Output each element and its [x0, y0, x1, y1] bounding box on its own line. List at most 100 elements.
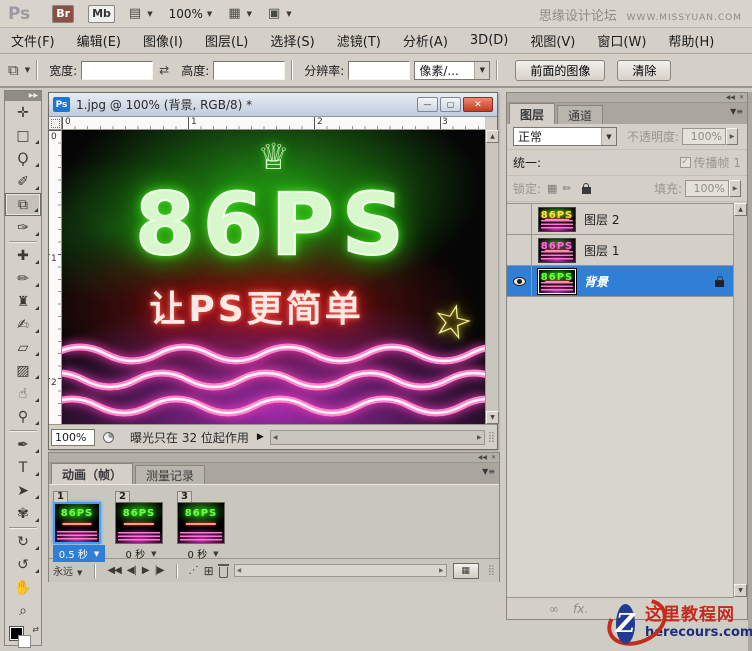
move-tool[interactable]: ✛: [5, 101, 41, 124]
zoom-level[interactable]: 100%: [169, 7, 203, 21]
3d-rotate-tool[interactable]: ↻: [5, 530, 41, 553]
previous-frame-button[interactable]: ◀|: [127, 565, 137, 576]
menu-edit[interactable]: 编辑(E): [66, 28, 132, 53]
close-button[interactable]: ✕: [463, 97, 493, 112]
first-frame-button[interactable]: ◀◀: [107, 565, 121, 576]
guides-icon[interactable]: ▤: [129, 6, 141, 21]
fill-spinner-icon[interactable]: ▶: [729, 180, 741, 197]
pen-tool[interactable]: ✒: [5, 433, 41, 456]
panel-menu-icon[interactable]: ▼≡: [482, 467, 495, 476]
healing-brush-tool[interactable]: ✚: [5, 244, 41, 267]
horizontal-scrollbar[interactable]: ◀ ▶: [269, 429, 485, 445]
arrange-dropdown-icon[interactable]: ▼: [247, 10, 252, 18]
visibility-toggle[interactable]: [507, 266, 532, 296]
eraser-tool[interactable]: ▱: [5, 336, 41, 359]
animation-frame-3[interactable]: 3 86PS 0 秒 ▼: [177, 488, 233, 562]
opacity-field[interactable]: 100%: [682, 128, 727, 145]
blend-mode-select[interactable]: 正常 ▼: [513, 127, 617, 146]
frame-delay[interactable]: 0 秒 ▼: [177, 545, 229, 562]
link-layers-icon[interactable]: ∞: [549, 602, 559, 616]
crop-tool[interactable]: ⧉: [5, 193, 41, 216]
toolbox-collapse[interactable]: ▶▶: [5, 91, 41, 101]
type-tool[interactable]: T: [5, 456, 41, 479]
menu-analysis[interactable]: 分析(A): [392, 28, 459, 53]
resize-grip[interactable]: ⣿: [488, 565, 495, 576]
status-zoom-field[interactable]: 100%: [51, 428, 95, 446]
menu-window[interactable]: 窗口(W): [586, 28, 657, 53]
visibility-toggle[interactable]: [507, 204, 532, 234]
zoom-dropdown-icon[interactable]: ▼: [207, 10, 212, 18]
frame-thumbnail[interactable]: 86PS: [115, 502, 163, 544]
new-frame-button[interactable]: ⊞: [204, 564, 214, 578]
swap-dimensions-icon[interactable]: ⇄: [159, 63, 169, 77]
menu-view[interactable]: 视图(V): [519, 28, 586, 53]
menu-image[interactable]: 图像(I): [132, 28, 194, 53]
lock-paint-icon[interactable]: ✏: [562, 182, 571, 195]
frame-thumbnail[interactable]: 86PS: [177, 502, 225, 544]
menu-layer[interactable]: 图层(L): [194, 28, 259, 53]
lock-all-icon[interactable]: [581, 183, 591, 194]
frame-delay[interactable]: 0.5 秒 ▼: [53, 545, 105, 562]
lock-transparency-icon[interactable]: ▦: [547, 182, 557, 195]
tween-button[interactable]: ⋰: [189, 565, 199, 576]
crop-preset-icon[interactable]: ⧉: [8, 61, 19, 79]
front-image-button[interactable]: 前面的图像: [515, 59, 606, 81]
layers-scrollbar[interactable]: ▲ ▼: [733, 203, 747, 597]
scroll-down-icon[interactable]: ▼: [486, 411, 499, 424]
menu-help[interactable]: 帮助(H): [657, 28, 725, 53]
scroll-right-icon[interactable]: ▶: [477, 434, 482, 441]
scroll-left-icon[interactable]: ◀: [273, 434, 278, 441]
resolution-unit-select[interactable]: 像素/... ▼: [414, 60, 491, 80]
animation-frame-1[interactable]: 1 86PS 0.5 秒 ▼: [53, 488, 109, 562]
clone-stamp-tool[interactable]: ♜: [5, 290, 41, 313]
visibility-toggle[interactable]: [507, 235, 532, 265]
panel-close-icon[interactable]: ✕: [491, 454, 496, 461]
scroll-left-icon[interactable]: ◀: [237, 567, 242, 574]
menu-3d[interactable]: 3D(D): [459, 28, 519, 53]
delete-frame-icon[interactable]: [217, 563, 229, 578]
canvas[interactable]: ♕ 86PS 让PS更简单 ☆: [62, 130, 485, 424]
vertical-scrollbar[interactable]: ▲ ▼: [485, 130, 499, 424]
panel-menu-icon[interactable]: ▼≡: [730, 107, 743, 116]
height-input[interactable]: [213, 60, 286, 80]
background-color[interactable]: [18, 635, 31, 648]
layer-name[interactable]: 图层 1: [584, 242, 619, 259]
guides-dropdown-icon[interactable]: ▼: [147, 10, 152, 18]
preset-dropdown-icon[interactable]: ▼: [25, 66, 30, 74]
document-titlebar[interactable]: Ps 1.jpg @ 100% (背景, RGB/8) * — ▢ ✕: [49, 93, 497, 117]
scroll-up-icon[interactable]: ▲: [486, 130, 499, 143]
minimize-button[interactable]: —: [417, 97, 438, 112]
layer-name[interactable]: 背景: [584, 273, 608, 290]
resolution-input[interactable]: [348, 60, 411, 80]
history-brush-tool[interactable]: ✍: [5, 313, 41, 336]
frame-thumbnail[interactable]: 86PS: [53, 502, 101, 544]
3d-orbit-tool[interactable]: ↺: [5, 553, 41, 576]
marquee-tool[interactable]: □: [5, 124, 41, 147]
tab-layers[interactable]: 图层: [509, 103, 556, 124]
layer-row-2[interactable]: 86PS 图层 2: [507, 204, 734, 235]
mini-bridge-button[interactable]: Mb: [88, 4, 115, 23]
width-input[interactable]: [81, 60, 154, 80]
panel-close-icon[interactable]: ✕: [739, 94, 744, 101]
loop-select[interactable]: 永远 ▼: [53, 563, 82, 578]
clear-button[interactable]: 清除: [617, 59, 672, 81]
scroll-right-icon[interactable]: ▶: [439, 567, 444, 574]
lasso-tool[interactable]: Ϙ: [5, 147, 41, 170]
propagate-checkbox[interactable]: ✓: [679, 157, 691, 168]
fill-field[interactable]: 100%: [685, 180, 729, 197]
path-selection-tool[interactable]: ➤: [5, 479, 41, 502]
gradient-tool[interactable]: ▨: [5, 359, 41, 382]
bridge-button[interactable]: Br: [52, 4, 75, 23]
opacity-spinner-icon[interactable]: ▶: [726, 128, 739, 145]
smudge-tool[interactable]: ☝: [5, 382, 41, 405]
layer-style-icon[interactable]: fx.: [573, 602, 588, 616]
screen-mode-icon[interactable]: ▣: [268, 6, 280, 21]
brush-tool[interactable]: ✏: [5, 267, 41, 290]
next-frame-button[interactable]: |▶: [155, 565, 165, 576]
layer-name[interactable]: 图层 2: [584, 211, 619, 228]
eyedropper-tool[interactable]: ✑: [5, 216, 41, 239]
animation-scrollbar[interactable]: ◀ ▶: [233, 564, 447, 577]
maximize-button[interactable]: ▢: [440, 97, 461, 112]
menu-select[interactable]: 选择(S): [259, 28, 325, 53]
swap-colors-icon[interactable]: ⇄: [32, 625, 39, 634]
